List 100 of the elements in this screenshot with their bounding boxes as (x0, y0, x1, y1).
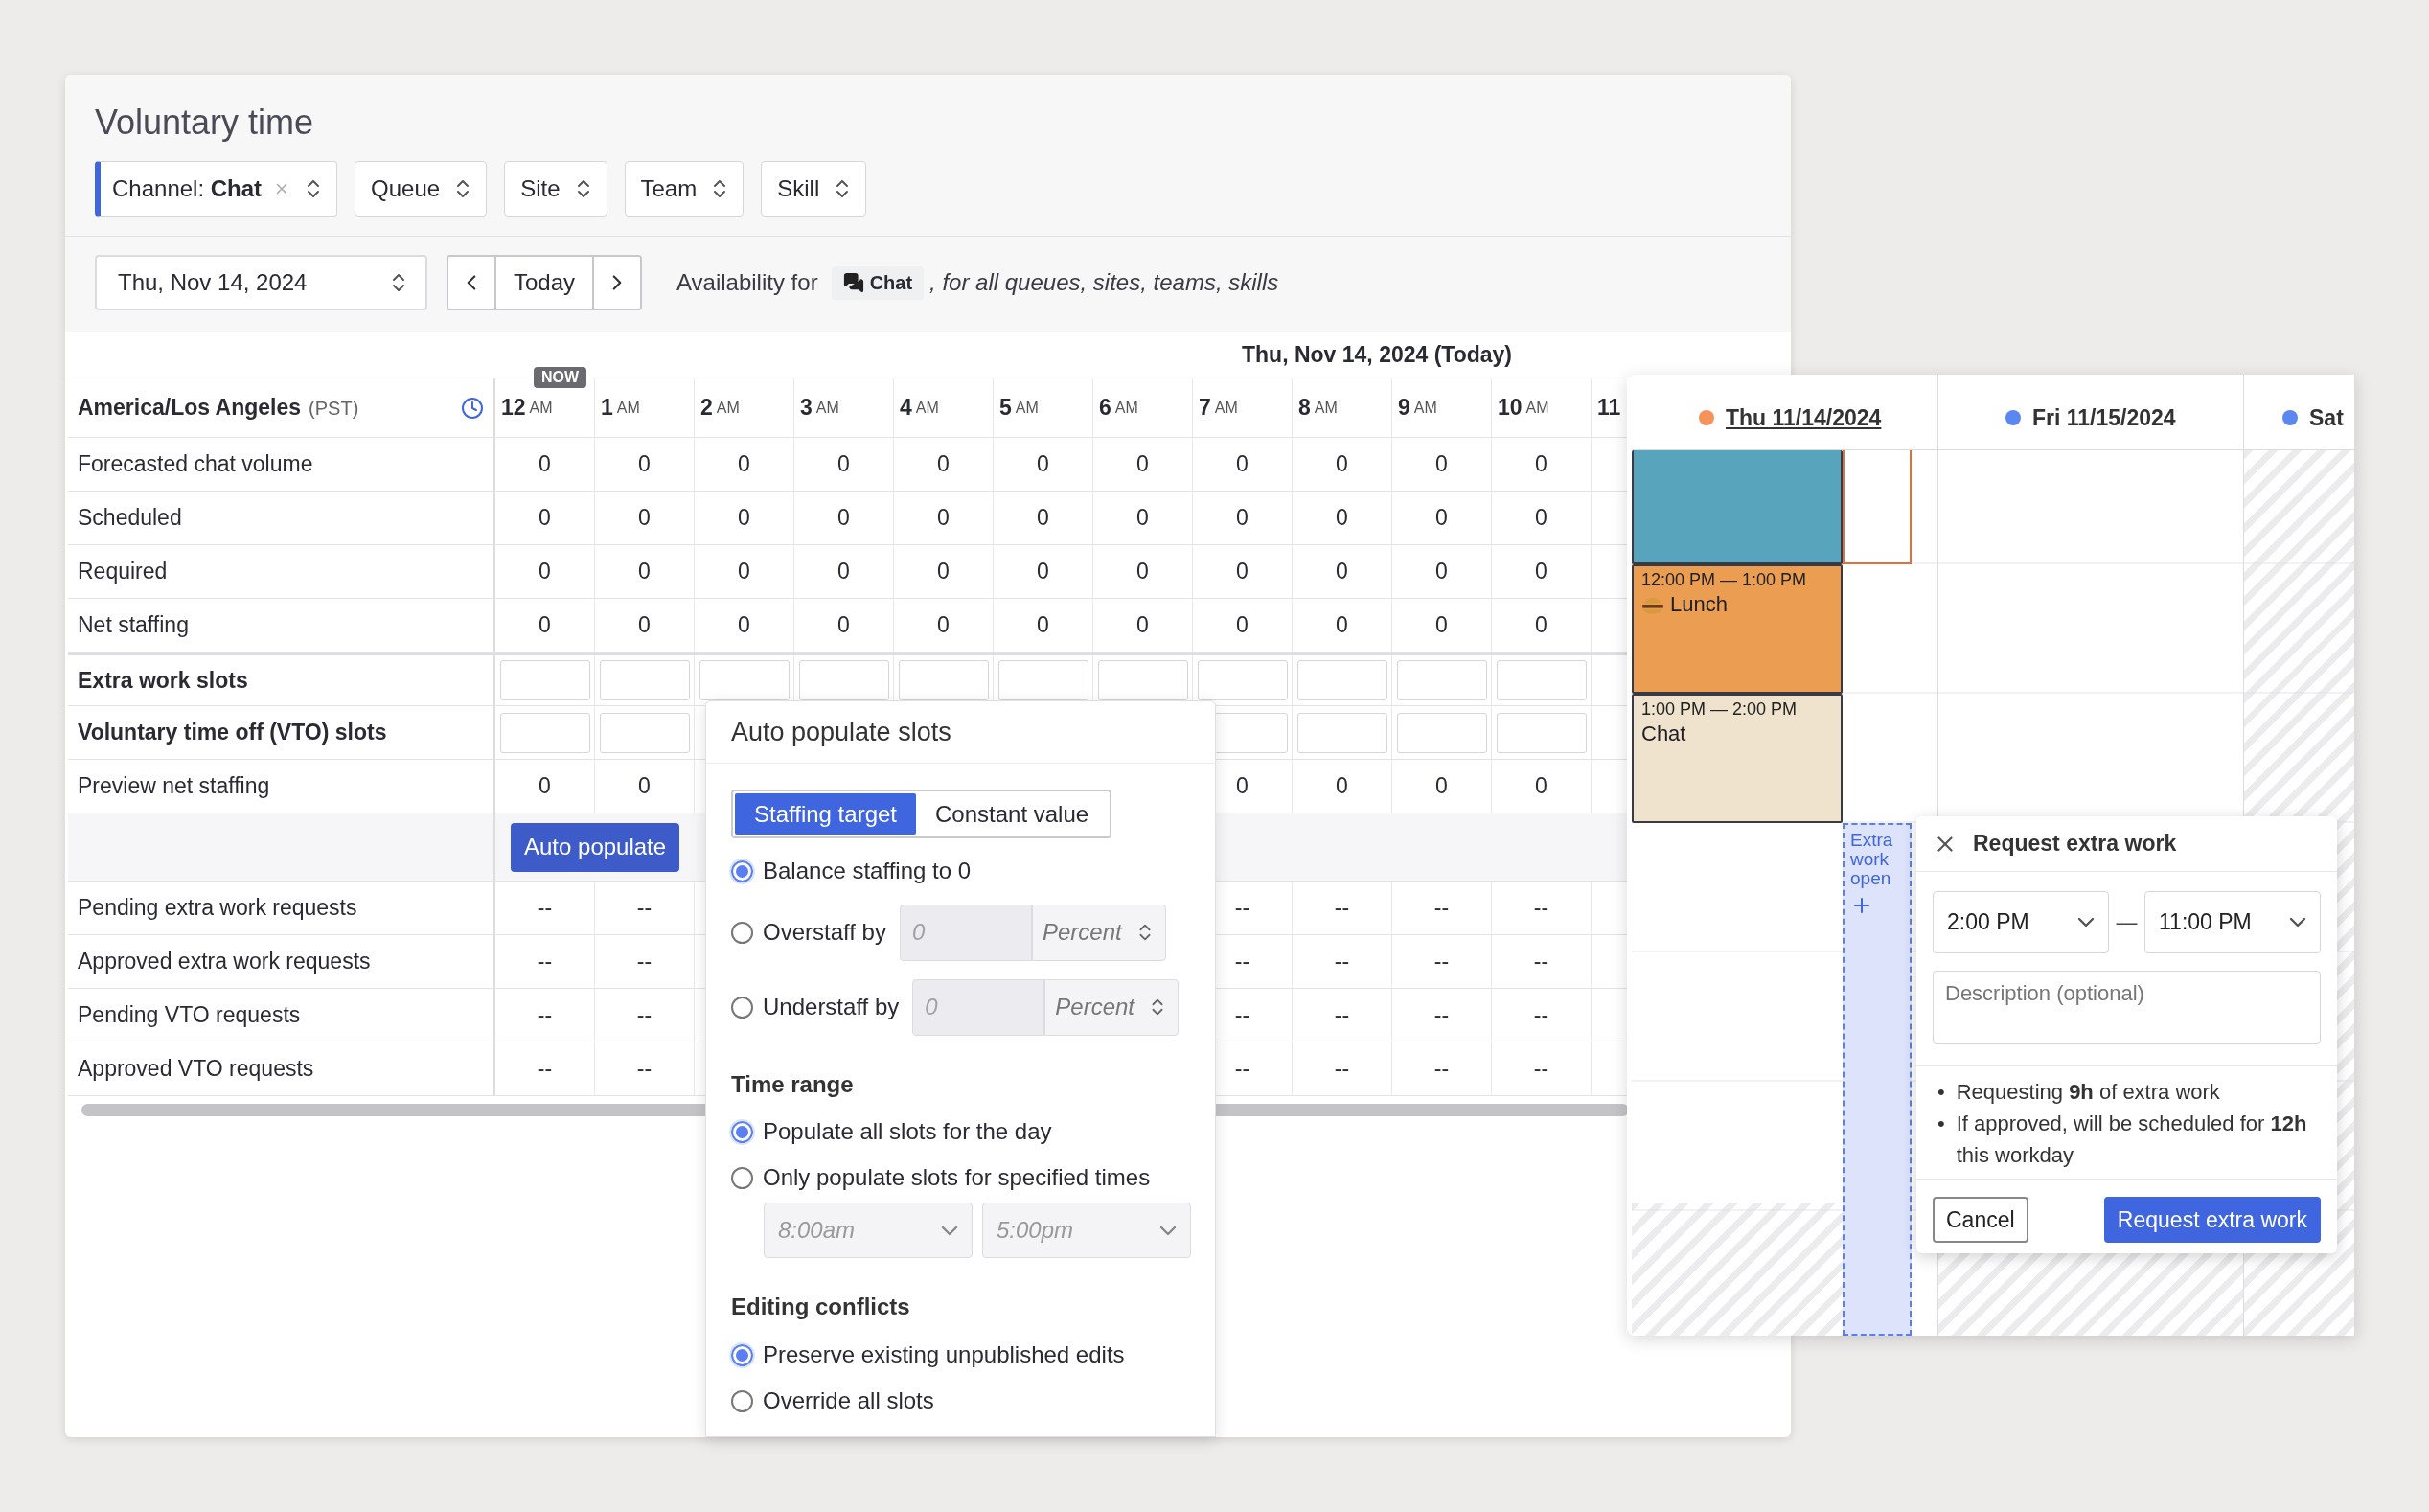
row-label: Preview net staffing (78, 773, 270, 799)
today-button[interactable]: Today (494, 257, 594, 309)
table-cell: -- (1334, 895, 1350, 921)
period-label: AM (1525, 399, 1549, 417)
period-label: AM (1015, 399, 1039, 417)
slot-input[interactable] (1296, 660, 1387, 700)
channel-tag: Chat (831, 265, 925, 300)
table-cell: 0 (638, 505, 651, 531)
table-cell: 0 (837, 505, 850, 531)
table-cell: 0 (738, 612, 750, 638)
day-label[interactable]: Sat (2309, 404, 2344, 431)
date-heading: Thu, Nov 14, 2024 (Today) (1242, 341, 1513, 368)
slot-input[interactable] (499, 660, 590, 700)
slot-input[interactable] (1496, 712, 1587, 753)
table-cell: 0 (937, 505, 950, 531)
period-label: AM (529, 399, 553, 417)
radio-button[interactable] (731, 859, 753, 882)
table-cell: -- (537, 1056, 553, 1082)
table-cell: -- (1234, 895, 1250, 921)
row-label: Voluntary time off (VTO) slots (78, 720, 387, 745)
calendar-event[interactable] (1632, 450, 1843, 564)
description-field[interactable]: Description (optional) (1933, 971, 2321, 1044)
table-cell: -- (1533, 1002, 1549, 1028)
date-select[interactable]: Thu, Nov 14, 2024 (95, 255, 427, 310)
slot-input[interactable] (599, 660, 690, 700)
previous-button[interactable] (448, 257, 494, 309)
table-cell: 0 (1236, 559, 1249, 584)
section-heading: Time range (731, 1070, 854, 1099)
mode-toggle[interactable]: Staffing target (735, 793, 916, 835)
calendar-event[interactable]: 1:00 PM — 2:00 PM Chat (1632, 694, 1843, 823)
start-time-select[interactable]: 2:00 PM (1933, 891, 2109, 953)
period-label: AM (1214, 399, 1238, 417)
request-button[interactable]: Request extra work (2103, 1197, 2321, 1243)
table-cell: -- (1433, 1002, 1450, 1028)
slot-input[interactable] (997, 660, 1088, 700)
slot-input[interactable] (898, 660, 989, 700)
slot-input[interactable] (1396, 712, 1487, 753)
table-cell: 0 (1236, 505, 1249, 531)
radio-button[interactable] (731, 1389, 753, 1412)
chevron-down-icon (2077, 917, 2095, 928)
hour-label: 6 (1099, 395, 1111, 421)
filter-chip[interactable]: Skill (761, 161, 867, 217)
option-label: Overstaff by (763, 919, 886, 946)
option-label: Balance staffing to 0 (763, 858, 972, 884)
table-cell: 0 (1535, 559, 1547, 584)
note-text: If approved, will be scheduled for 12h this workday (1956, 1111, 2308, 1169)
slot-input[interactable] (599, 712, 690, 753)
table-cell: 0 (1535, 505, 1547, 531)
row-label: Extra work slots (78, 667, 248, 694)
now-badge: NOW (534, 367, 587, 388)
filter-chip[interactable]: Team (624, 161, 745, 217)
day-label[interactable]: Thu 11/14/2024 (1726, 404, 1882, 431)
filter-chip[interactable]: Queue (355, 161, 488, 217)
cancel-button[interactable]: Cancel (1933, 1197, 2028, 1243)
radio-button[interactable] (731, 1343, 753, 1366)
calendar-event[interactable]: 12:00 PM — 1:00 PM Lunch (1632, 564, 1843, 694)
period-label: AM (1413, 399, 1437, 417)
table-cell: 0 (1136, 612, 1149, 638)
table-cell: 0 (1236, 451, 1249, 477)
table-cell: 0 (937, 451, 950, 477)
table-cell: 0 (1336, 612, 1348, 638)
popover-title: Auto populate slots (731, 717, 951, 747)
availability-scope: , for all queues, sites, teams, skills (929, 269, 1279, 296)
slot-input[interactable] (1197, 660, 1288, 700)
slot-input[interactable] (798, 660, 889, 700)
auto-populate-button[interactable]: Auto populate (511, 822, 680, 872)
table-cell: -- (537, 1002, 553, 1028)
table-cell: -- (1234, 949, 1250, 974)
table-cell: 0 (1236, 612, 1249, 638)
chat-icon (842, 272, 864, 293)
table-cell: 0 (638, 559, 651, 584)
slot-input[interactable] (1296, 712, 1387, 753)
table-cell: 0 (539, 505, 551, 531)
slot-input[interactable] (1396, 660, 1487, 700)
slot-input[interactable] (699, 660, 790, 700)
option-label: Override all slots (763, 1387, 934, 1414)
slot-input[interactable] (499, 712, 590, 753)
table-cell: -- (1533, 949, 1549, 974)
hour-label: 11 (1597, 395, 1621, 421)
table-cell: -- (1334, 1056, 1350, 1082)
end-time-select[interactable]: 11:00 PM (2144, 891, 2321, 953)
filter-chip[interactable]: Site (504, 161, 607, 217)
table-cell: 0 (638, 773, 651, 799)
table-cell: 0 (937, 559, 950, 584)
clock-icon[interactable] (461, 396, 484, 420)
hour-label: 4 (900, 395, 912, 421)
table-cell: 0 (1435, 451, 1448, 477)
row-label: Scheduled (78, 505, 182, 531)
day-label[interactable]: Fri 11/15/2024 (2032, 404, 2176, 431)
next-button[interactable] (594, 257, 640, 309)
table-cell: -- (537, 949, 553, 974)
table-cell: -- (1234, 1056, 1250, 1082)
filter-chip[interactable]: Channel: Chat (95, 161, 338, 217)
extra-work-block[interactable]: Extra work open (1843, 823, 1912, 1336)
slot-input[interactable] (1097, 660, 1188, 700)
row-label: Pending extra work requests (78, 895, 357, 921)
hour-label: 10 (1498, 395, 1523, 421)
slot-input[interactable] (1496, 660, 1587, 700)
table-cell: 0 (539, 559, 551, 584)
table-cell: 0 (1435, 773, 1448, 799)
